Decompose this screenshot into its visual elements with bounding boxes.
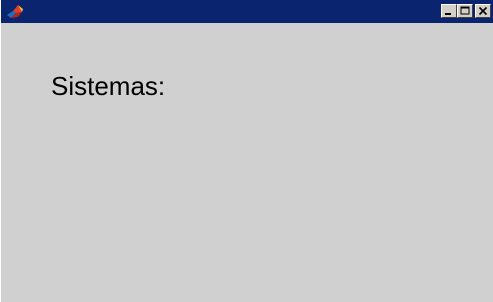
minimize-icon xyxy=(445,13,451,15)
figure-client-area: Sistemas: xyxy=(1,23,493,302)
matlab-logo-icon xyxy=(7,5,23,18)
title-bar[interactable] xyxy=(1,0,493,23)
close-icon xyxy=(478,6,488,16)
figure-window: Sistemas: xyxy=(0,0,493,302)
minimize-button[interactable] xyxy=(441,4,457,18)
maximize-icon xyxy=(460,6,470,15)
maximize-button[interactable] xyxy=(457,4,473,18)
sistemas-label: Sistemas: xyxy=(51,71,166,101)
close-button[interactable] xyxy=(475,4,491,18)
